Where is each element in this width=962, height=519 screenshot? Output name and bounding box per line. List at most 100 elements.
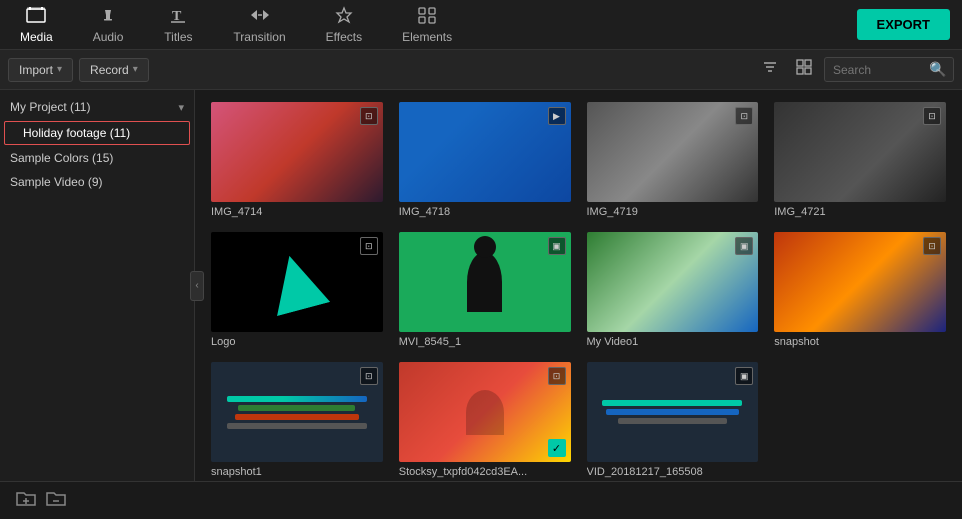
video-type-icon: ▣ [548,237,566,255]
nav-transition-label: Transition [233,30,285,44]
nav-effects-label: Effects [326,30,362,44]
grid-view-icon[interactable] [790,55,818,84]
media-label: MVI_8545_1 [399,336,571,348]
media-item[interactable]: ⊡ IMG_4714 [211,102,383,218]
scr-bar [227,396,367,402]
media-label: snapshot [774,336,946,348]
media-item[interactable]: ⊡ snapshot1 [211,362,383,478]
nav-effects[interactable]: Effects [306,0,382,50]
my-project-label: My Project (11) [10,100,90,114]
filter-icon[interactable] [756,55,784,84]
scr-bar [235,414,360,420]
sidebar-sample-video[interactable]: Sample Video (9) [0,170,194,194]
media-label: VID_20181217_165508 [587,466,759,478]
sidebar-holiday-footage[interactable]: Holiday footage (11) [4,121,190,145]
nav-elements[interactable]: Elements [382,0,472,50]
image-type-icon: ⊡ [735,107,753,125]
media-item[interactable]: ▣ VID_20181217_165508 [587,362,759,478]
sidebar-sample-colors[interactable]: Sample Colors (15) [0,146,194,170]
media-grid: ⊡ IMG_4714 ▶ IMG_4718 ⊡ IMG_4719 ⊡ IMG_4… [195,90,962,481]
sample-video-label: Sample Video (9) [10,175,103,189]
image-type-icon: ⊡ [360,107,378,125]
media-thumbnail: ⊡ [211,102,383,202]
scr-bar [238,405,355,411]
media-item[interactable]: ▣ My Video1 [587,232,759,348]
holiday-footage-label: Holiday footage (11) [23,126,130,140]
elements-icon [417,6,437,27]
search-input[interactable] [833,63,923,77]
import-chevron-icon: ▾ [57,64,62,75]
titles-icon: T [169,6,187,27]
video-type-icon: ▣ [735,237,753,255]
image-type-icon: ⊡ [923,237,941,255]
remove-folder-button[interactable] [46,489,66,512]
media-label: snapshot1 [211,466,383,478]
transition-icon [249,6,271,27]
media-thumbnail: ⊡ [774,232,946,332]
screenshot-content [211,362,383,462]
media-icon [26,6,46,27]
logo-shape [263,248,330,315]
add-folder-button[interactable] [16,489,36,512]
video-type-icon: ▶ [548,107,566,125]
media-thumbnail: ⊡ [587,102,759,202]
scr-bar [227,423,367,429]
media-thumbnail: ▣ [587,362,759,462]
video-type-icon: ▣ [735,367,753,385]
record-button[interactable]: Record ▾ [79,58,149,82]
media-item[interactable]: ▣ MVI_8545_1 [399,232,571,348]
nav-audio[interactable]: Audio [73,0,144,50]
media-label: IMG_4721 [774,206,946,218]
media-thumbnail: ▣ [399,232,571,332]
top-navigation: Media Audio T Titles Transi [0,0,962,50]
nav-titles[interactable]: T Titles [143,0,213,50]
search-box: 🔍 [824,57,954,82]
scr-bar [618,418,727,424]
media-label: My Video1 [587,336,759,348]
sidebar-my-project[interactable]: My Project (11) ▾ [0,94,194,120]
nav-titles-label: Titles [164,30,192,44]
media-label: IMG_4718 [399,206,571,218]
media-item[interactable]: ⊡ ✓ Stocksy_txpfd042cd3EA... [399,362,571,478]
search-icon: 🔍 [929,61,946,78]
nav-media[interactable]: Media [0,0,73,50]
sample-colors-label: Sample Colors (15) [10,151,113,165]
media-label: IMG_4719 [587,206,759,218]
nav-transition[interactable]: Transition [213,0,305,50]
nav-audio-label: Audio [93,30,124,44]
sidebar-collapse-handle[interactable]: ‹ [190,271,204,301]
image-type-icon: ⊡ [548,367,566,385]
bottom-bar [0,481,962,519]
media-thumbnail: ⊡ ✓ [399,362,571,462]
scr-bar [606,409,738,415]
effects-icon [334,6,354,27]
scr-bar [602,400,742,406]
record-chevron-icon: ▾ [133,64,138,75]
media-item[interactable]: ▶ IMG_4718 [399,102,571,218]
media-item[interactable]: ⊡ Logo [211,232,383,348]
media-label: IMG_4714 [211,206,383,218]
media-label: Stocksy_txpfd042cd3EA... [399,466,571,478]
audio-icon [99,6,117,27]
media-thumbnail: ⊡ [211,362,383,462]
nav-media-label: Media [20,30,53,44]
import-button[interactable]: Import ▾ [8,58,73,82]
main-content: My Project (11) ▾ Holiday footage (11) S… [0,90,962,481]
image-type-icon: ⊡ [360,237,378,255]
import-label: Import [19,63,53,77]
export-button[interactable]: EXPORT [857,9,950,40]
media-label: Logo [211,336,383,348]
my-project-collapse-icon: ▾ [178,101,184,114]
media-item[interactable]: ⊡ IMG_4719 [587,102,759,218]
media-thumbnail: ▶ [399,102,571,202]
media-thumbnail: ⊡ [774,102,946,202]
record-label: Record [90,63,129,77]
screenshot-content [587,362,759,462]
media-thumbnail: ▣ [587,232,759,332]
media-item[interactable]: ⊡ snapshot [774,232,946,348]
sidebar: My Project (11) ▾ Holiday footage (11) S… [0,90,195,481]
toolbar: Import ▾ Record ▾ 🔍 [0,50,962,90]
image-type-icon: ⊡ [923,107,941,125]
selected-check-icon: ✓ [548,439,566,457]
media-item[interactable]: ⊡ IMG_4721 [774,102,946,218]
